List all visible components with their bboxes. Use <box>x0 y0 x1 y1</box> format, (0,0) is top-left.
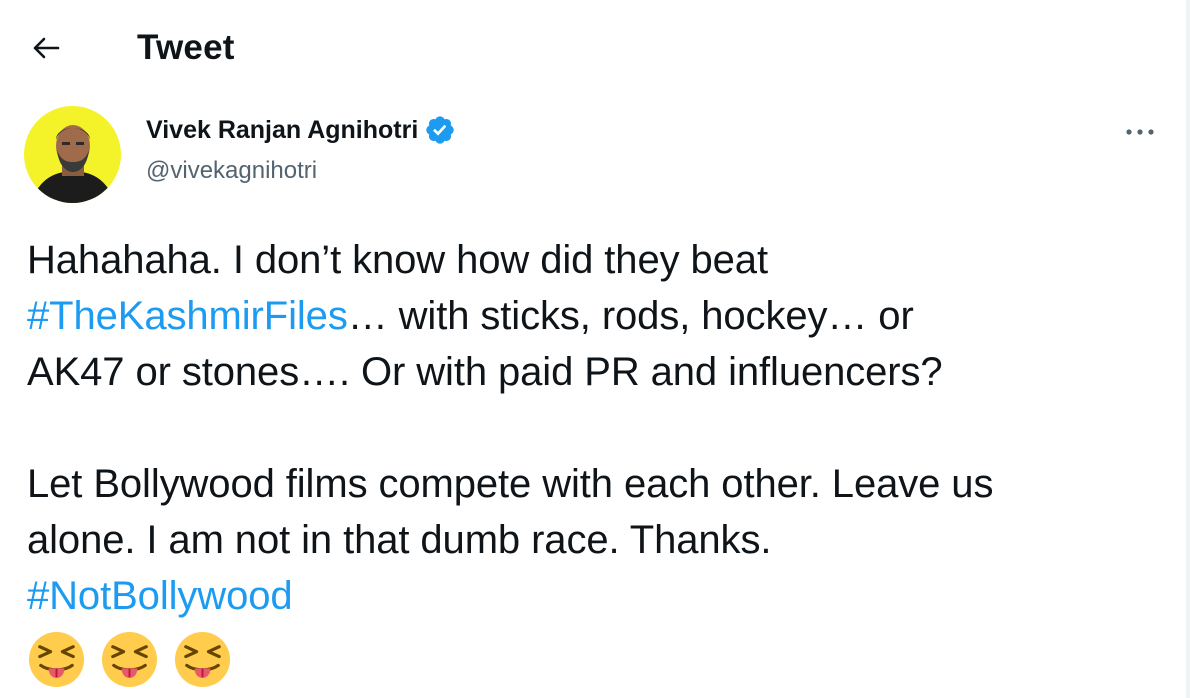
tweet-line: alone. I am not in that dumb race. Thank… <box>27 518 772 562</box>
more-options-button[interactable] <box>1118 116 1162 148</box>
tweet-line-text: … with sticks, rods, hockey… or <box>347 294 914 338</box>
author-handle[interactable]: @vivekagnihotri <box>146 155 317 187</box>
tweet-text: Hahahaha. I don’t know how did they beat… <box>27 232 1177 689</box>
hashtag-link[interactable]: #TheKashmirFiles <box>27 294 348 338</box>
hashtag-link[interactable]: #NotBollywood <box>27 574 293 618</box>
tweet-line: #TheKashmirFiles… with sticks, rods, hoc… <box>27 288 1177 344</box>
author-name-row: Vivek Ranjan Agnihotri <box>146 114 456 146</box>
column-border <box>1186 0 1190 698</box>
tweet-line: Let Bollywood films compete with each ot… <box>27 462 994 506</box>
back-button[interactable] <box>22 26 70 70</box>
avatar[interactable] <box>24 106 121 203</box>
squinting-face-with-tongue-icon <box>28 631 85 688</box>
verified-badge-icon <box>426 116 454 144</box>
tweet-line: Hahahaha. I don’t know how did they beat <box>27 238 768 282</box>
tweet-line: AK47 or stones…. Or with paid PR and inf… <box>27 350 943 394</box>
arrow-left-icon[interactable] <box>32 36 60 60</box>
header: Tweet <box>0 0 1190 98</box>
squinting-face-with-tongue-icon <box>101 631 158 688</box>
author-name[interactable]: Vivek Ranjan Agnihotri <box>146 114 418 146</box>
squinting-face-with-tongue-icon <box>174 631 231 688</box>
tweet-line: #NotBollywood <box>27 568 1177 624</box>
more-horizontal-icon[interactable] <box>1124 127 1156 137</box>
emoji-row <box>27 630 1177 689</box>
page-title: Tweet <box>137 28 235 67</box>
